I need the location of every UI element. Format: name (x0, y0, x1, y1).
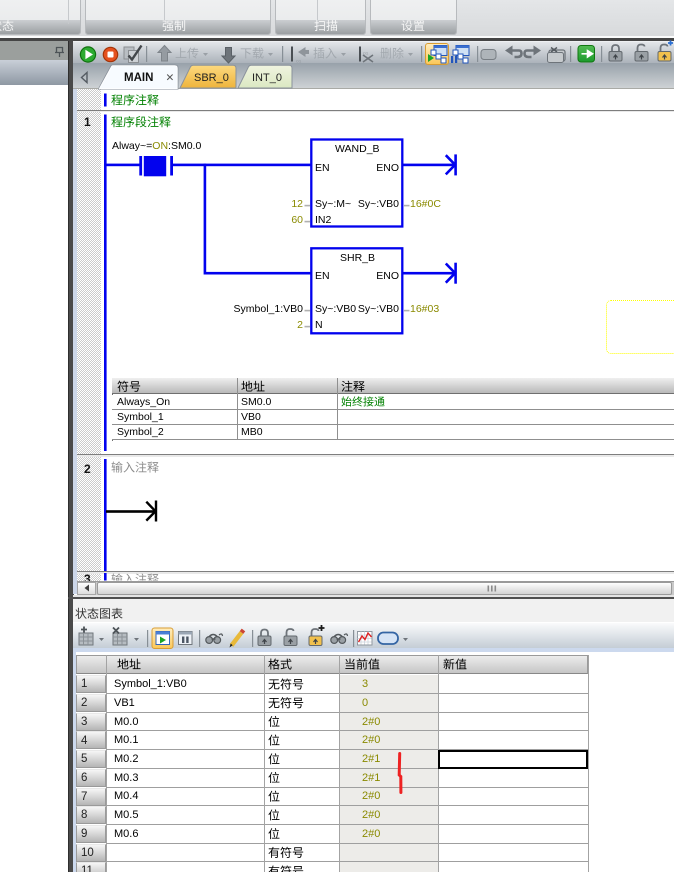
svg-text:SBR_0: SBR_0 (194, 72, 229, 84)
svg-text:₀₁: ₀₁ (296, 57, 302, 64)
svg-text:✕: ✕ (166, 72, 175, 84)
svg-text:MAIN: MAIN (124, 72, 153, 84)
svg-text:INT_0: INT_0 (252, 72, 282, 84)
